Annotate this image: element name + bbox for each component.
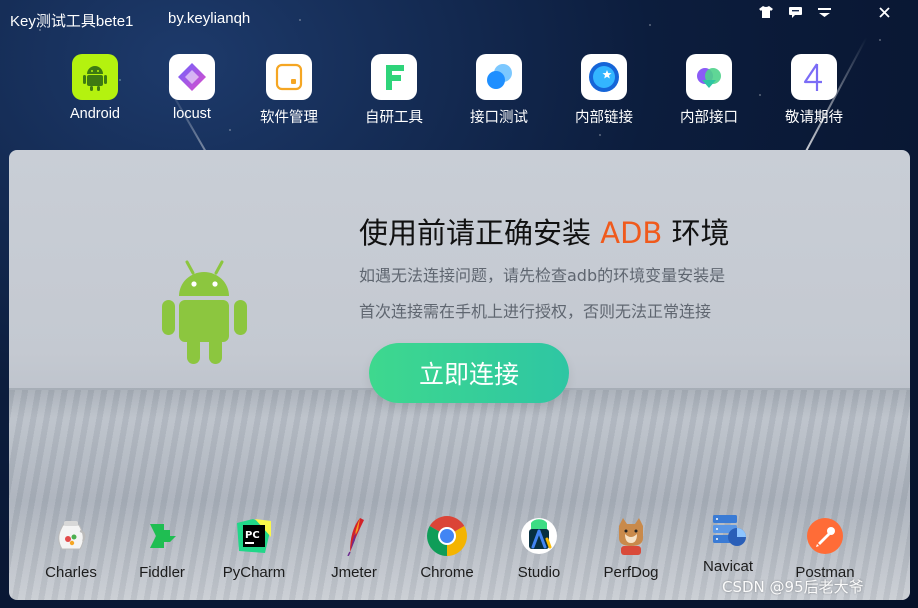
nav-label: 接口测试	[470, 110, 528, 126]
chrome-icon	[427, 516, 467, 556]
nav-item-coming-soon[interactable]: 敬请期待	[769, 52, 859, 128]
navicat-icon	[708, 510, 748, 550]
nav-label: locust	[173, 106, 211, 122]
nav-item-android[interactable]: Android	[50, 52, 140, 128]
nav-label: 内部接口	[680, 110, 738, 126]
heading-prefix: 使用前请正确安装	[359, 216, 592, 250]
tool-chrome[interactable]: Chrome	[401, 516, 493, 586]
coming-soon-icon	[791, 54, 837, 100]
internal-api-icon	[686, 54, 732, 100]
jmeter-icon	[334, 516, 374, 556]
self-dev-tool-icon	[371, 54, 417, 100]
tool-fiddler[interactable]: Fiddler	[116, 516, 208, 586]
tool-charles[interactable]: Charles	[25, 516, 117, 586]
heading-accent: ADB	[600, 216, 663, 250]
internal-link-icon	[581, 54, 627, 100]
nav-item-locust[interactable]: locust	[147, 52, 237, 128]
nav-item-internal-api[interactable]: 内部接口	[664, 52, 754, 128]
help-text-line-1: 如遇无法连接问题，请先检查adb的环境变量安装是	[359, 266, 726, 285]
shirt-icon[interactable]	[755, 4, 777, 26]
tool-label: Chrome	[420, 564, 474, 581]
nav-label: Android	[70, 106, 120, 122]
android-studio-icon	[519, 516, 559, 556]
tool-studio[interactable]: Studio	[493, 516, 585, 586]
tool-label: PyCharm	[222, 564, 286, 581]
heading-suffix: 环境	[671, 216, 730, 250]
message-icon[interactable]	[784, 4, 806, 26]
top-nav: Android locust 软件管理 自研工具 接口测试 内部链接 内部接口 …	[0, 52, 918, 132]
csdn-watermark: CSDN @95后老大爷	[722, 578, 864, 596]
tool-label: Jmeter	[331, 564, 377, 581]
postman-icon	[805, 516, 845, 556]
main-panel: 使用前请正确安装 ADB 环境 如遇无法连接问题，请先检查adb的环境变量安装是…	[9, 150, 910, 600]
android-icon	[72, 54, 118, 100]
tool-label: Charles	[45, 564, 97, 581]
tool-pycharm[interactable]: PC PyCharm	[208, 516, 300, 586]
menu-icon[interactable]	[813, 4, 835, 26]
title-bar: Key测试工具bete1 by.keylianqh	[0, 0, 918, 36]
tool-jmeter[interactable]: Jmeter	[308, 516, 400, 586]
fiddler-icon	[142, 516, 182, 556]
nav-item-self-dev-tool[interactable]: 自研工具	[349, 52, 439, 128]
svg-text:PC: PC	[245, 530, 260, 541]
api-test-icon	[476, 54, 522, 100]
tool-label: Studio	[517, 564, 561, 581]
nav-label: 内部链接	[575, 110, 633, 126]
pycharm-icon: PC	[234, 516, 274, 556]
nav-label: 敬请期待	[785, 110, 843, 126]
tool-label: Navicat	[702, 558, 754, 575]
app-title: Key测试工具bete1	[10, 13, 134, 30]
nav-item-software-manage[interactable]: 软件管理	[244, 52, 334, 128]
nav-label: 自研工具	[365, 110, 423, 126]
software-manage-icon	[266, 54, 312, 100]
perfdog-icon	[611, 516, 651, 556]
android-robot-icon	[157, 254, 252, 369]
close-icon[interactable]	[873, 4, 895, 26]
adb-heading: 使用前请正确安装 ADB 环境	[359, 210, 730, 252]
nav-item-internal-link[interactable]: 内部链接	[559, 52, 649, 128]
nav-item-api-test[interactable]: 接口测试	[454, 52, 544, 128]
tool-navicat[interactable]: Navicat	[682, 510, 774, 580]
help-text-line-2: 首次连接需在手机上进行授权，否则无法正常连接	[359, 302, 712, 321]
charles-icon	[51, 516, 91, 556]
nav-label: 软件管理	[260, 110, 318, 126]
tool-perfdog[interactable]: PerfDog	[585, 516, 677, 586]
tool-label: Fiddler	[139, 564, 185, 581]
locust-icon	[169, 54, 215, 100]
tool-label: PerfDog	[603, 564, 659, 581]
connect-button[interactable]: 立即连接	[369, 343, 569, 403]
app-author: by.keylianqh	[168, 10, 251, 27]
